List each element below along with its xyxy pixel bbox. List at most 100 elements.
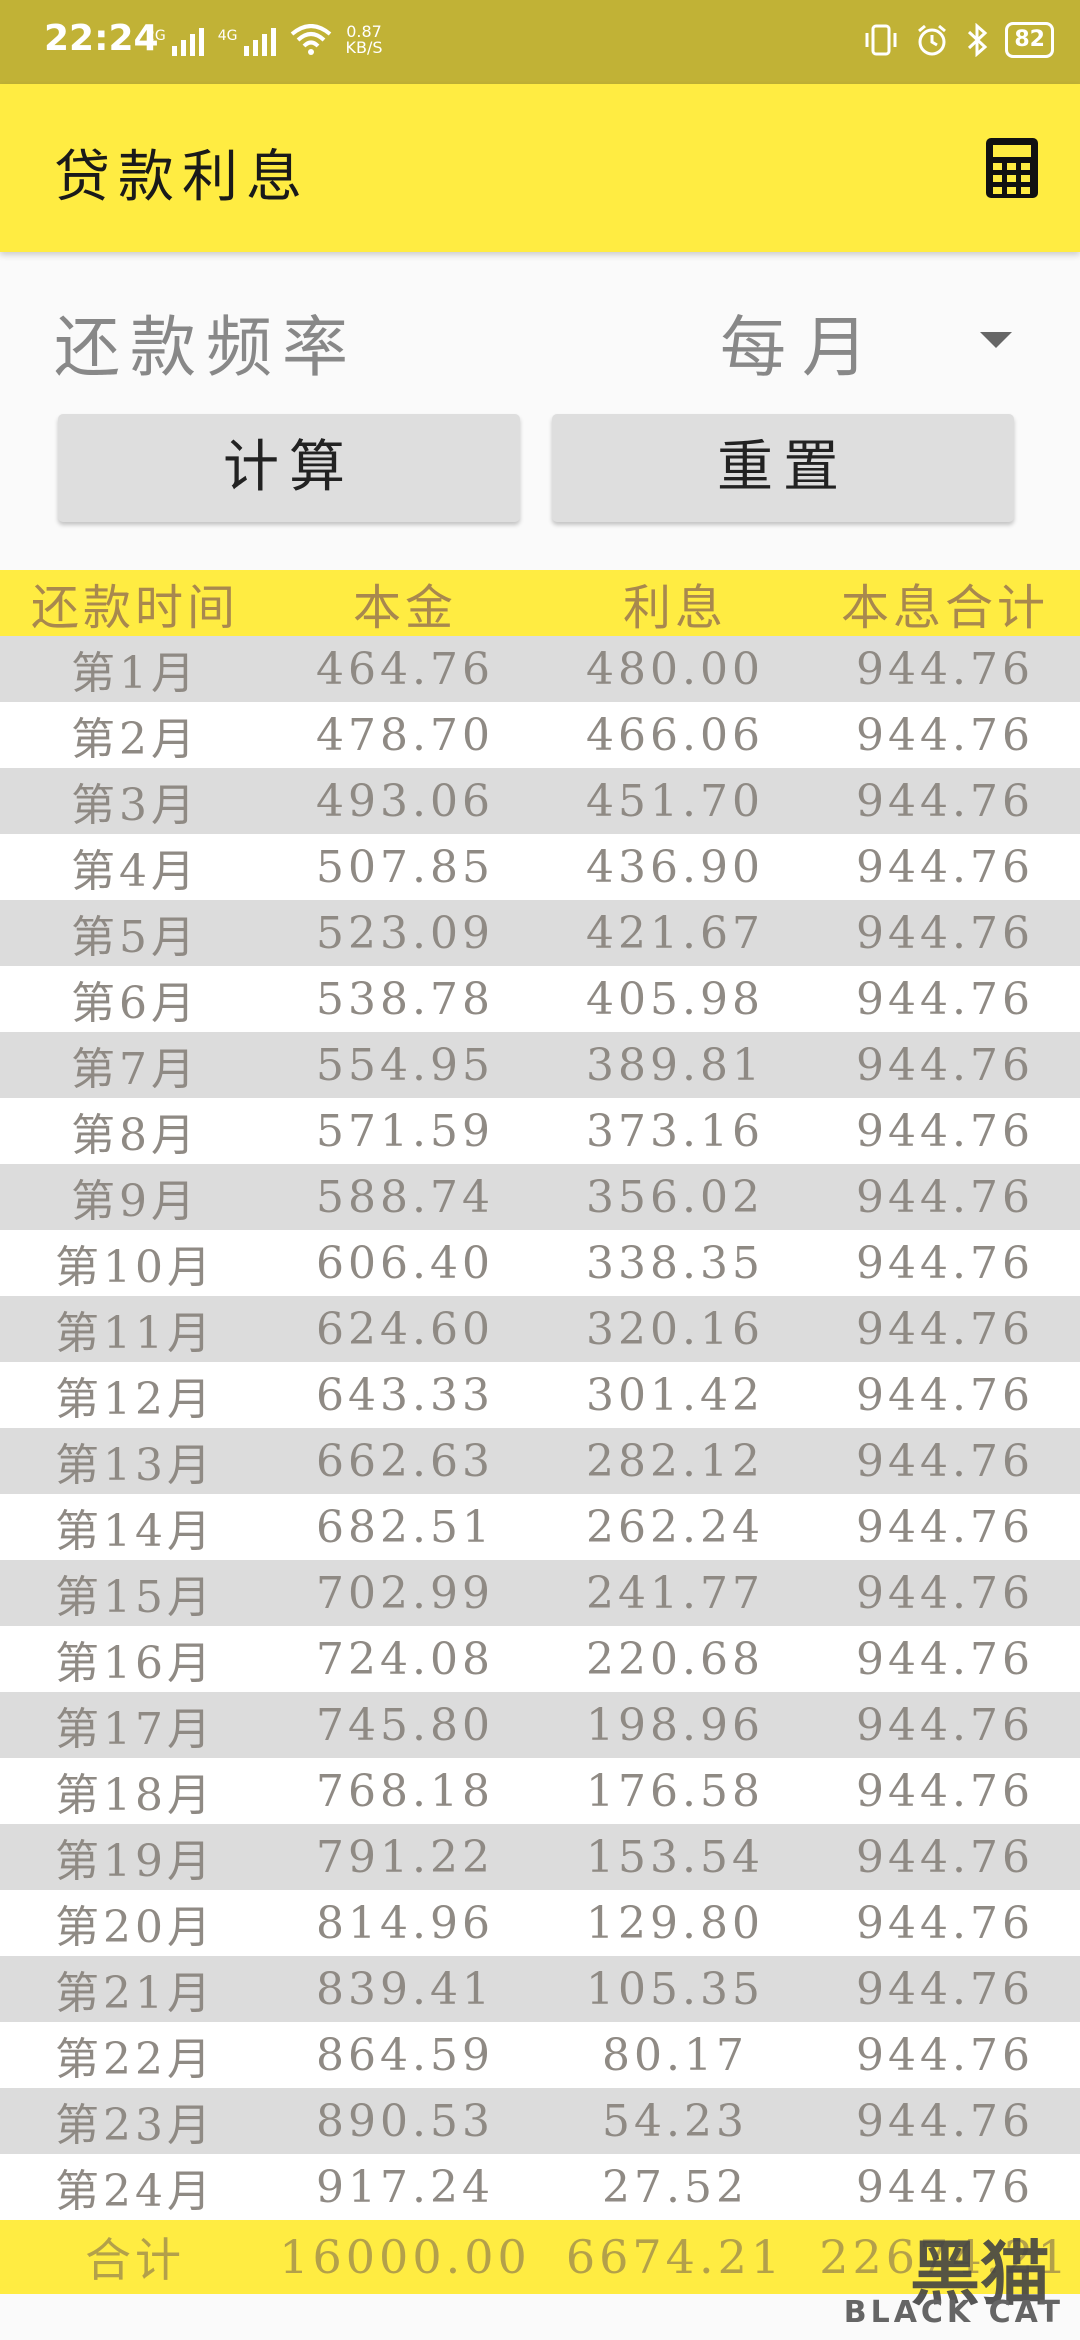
- cell-total: 944.76: [856, 709, 1034, 761]
- cell-repayment-time: 第8月: [71, 1110, 199, 1161]
- cell-principal: 571.59: [316, 1105, 494, 1157]
- cell-total: 944.76: [856, 2161, 1034, 2213]
- network-speed: 0.87 KB/S: [346, 24, 383, 56]
- cell-principal: 814.96: [316, 1897, 494, 1949]
- table-row: 第18月 768.18 176.58 944.76: [0, 1758, 1080, 1824]
- cell-interest: 338.35: [586, 1237, 764, 1289]
- table-row: 第14月 682.51 262.24 944.76: [0, 1494, 1080, 1560]
- cell-principal: 478.70: [316, 709, 494, 761]
- cell-principal: 890.53: [316, 2095, 494, 2147]
- table-row: 第4月 507.85 436.90 944.76: [0, 834, 1080, 900]
- cell-total: 944.76: [856, 1303, 1034, 1355]
- header-principal: 本金: [352, 580, 457, 636]
- calculate-button[interactable]: 计算: [58, 414, 520, 522]
- battery-indicator: 82: [1005, 22, 1054, 58]
- cell-interest: 27.52: [602, 2161, 748, 2213]
- cell-principal: 464.76: [316, 643, 494, 695]
- cell-principal: 554.95: [316, 1039, 494, 1091]
- cell-total: 944.76: [856, 1633, 1034, 1685]
- cell-interest: 198.96: [586, 1699, 764, 1751]
- cell-total: 944.76: [856, 775, 1034, 827]
- table-row: 第1月 464.76 480.00 944.76: [0, 636, 1080, 702]
- cell-interest: 54.23: [602, 2095, 748, 2147]
- table-row: 第7月 554.95 389.81 944.76: [0, 1032, 1080, 1098]
- table-row: 第21月 839.41 105.35 944.76: [0, 1956, 1080, 2022]
- cell-principal: 839.41: [316, 1963, 494, 2015]
- table-row: 第17月 745.80 198.96 944.76: [0, 1692, 1080, 1758]
- cell-repayment-time: 第6月: [71, 978, 199, 1029]
- total-interest: 6674.21: [565, 2230, 785, 2284]
- table-row: 第9月 588.74 356.02 944.76: [0, 1164, 1080, 1230]
- cell-interest: 301.42: [586, 1369, 764, 1421]
- cell-principal: 702.99: [316, 1567, 494, 1619]
- table-row: 第8月 571.59 373.16 944.76: [0, 1098, 1080, 1164]
- alarm-icon: [918, 24, 947, 56]
- cell-repayment-time: 第17月: [55, 1704, 215, 1755]
- cell-interest: 105.35: [586, 1963, 764, 2015]
- cell-repayment-time: 第2月: [71, 714, 199, 765]
- cell-repayment-time: 第4月: [71, 846, 199, 897]
- cell-interest: 80.17: [602, 2029, 748, 2081]
- cell-principal: 682.51: [316, 1501, 494, 1553]
- cell-principal: 917.24: [316, 2161, 494, 2213]
- cell-interest: 480.00: [586, 643, 764, 695]
- cell-repayment-time: 第15月: [55, 1572, 215, 1623]
- vibrate-icon: [865, 24, 897, 56]
- sim1-label: 2G: [146, 28, 166, 44]
- cell-repayment-time: 第22月: [55, 2034, 215, 2085]
- cell-repayment-time: 第12月: [55, 1374, 215, 1425]
- app-bar: 贷款利息: [0, 84, 1080, 252]
- signal-2g-icon: 2G: [146, 28, 204, 56]
- cell-total: 944.76: [856, 2029, 1034, 2081]
- frequency-dropdown[interactable]: 每月: [720, 294, 1020, 386]
- status-time: 22:24: [44, 18, 159, 59]
- cell-total: 944.76: [856, 1435, 1034, 1487]
- table-row: 第3月 493.06 451.70 944.76: [0, 768, 1080, 834]
- cell-interest: 405.98: [586, 973, 764, 1025]
- cell-repayment-time: 第24月: [55, 2166, 215, 2217]
- table-row: 第13月 662.63 282.12 944.76: [0, 1428, 1080, 1494]
- cell-repayment-time: 第9月: [71, 1176, 199, 1227]
- table-row: 第24月 917.24 27.52 944.76: [0, 2154, 1080, 2220]
- cell-interest: 436.90: [586, 841, 764, 893]
- header-interest: 利息: [622, 580, 727, 636]
- repayment-table: 还款时间 本金 利息 本息合计 第1月 464.76 480.00 944.76 第2月…: [0, 570, 1080, 2294]
- cell-total: 944.76: [856, 1237, 1034, 1289]
- cell-repayment-time: 第16月: [55, 1638, 215, 1689]
- cell-total: 944.76: [856, 2095, 1034, 2147]
- table-row: 第19月 791.22 153.54 944.76: [0, 1824, 1080, 1890]
- cell-interest: 373.16: [586, 1105, 764, 1157]
- cell-total: 944.76: [856, 1699, 1034, 1751]
- cell-total: 944.76: [856, 1567, 1034, 1619]
- cell-principal: 745.80: [316, 1699, 494, 1751]
- cell-repayment-time: 第7月: [71, 1044, 199, 1095]
- table-row: 第11月 624.60 320.16 944.76: [0, 1296, 1080, 1362]
- dropdown-arrow-icon: [980, 332, 1012, 348]
- cell-interest: 282.12: [586, 1435, 764, 1487]
- frequency-label: 还款频率: [54, 309, 358, 386]
- cell-principal: 791.22: [316, 1831, 494, 1883]
- cell-principal: 606.40: [316, 1237, 494, 1289]
- cell-principal: 864.59: [316, 2029, 494, 2081]
- reset-button[interactable]: 重置: [552, 414, 1014, 522]
- table-row: 第22月 864.59 80.17 944.76: [0, 2022, 1080, 2088]
- watermark-brand-en: BLACK CAT: [843, 2295, 1064, 2330]
- cell-interest: 220.68: [586, 1633, 764, 1685]
- cell-total: 944.76: [856, 1369, 1034, 1421]
- cell-interest: 466.06: [586, 709, 764, 761]
- header-repayment-time: 还款时间: [30, 580, 239, 636]
- cell-principal: 662.63: [316, 1435, 494, 1487]
- cell-repayment-time: 第1月: [71, 648, 199, 699]
- calculator-icon[interactable]: [984, 136, 1040, 200]
- cell-total: 944.76: [856, 1831, 1034, 1883]
- cell-total: 944.76: [856, 643, 1034, 695]
- table-header-row: 还款时间 本金 利息 本息合计: [0, 570, 1080, 636]
- cell-total: 944.76: [856, 1963, 1034, 2015]
- watermark-logo: 黑猫 BLACK CAT: [790, 2212, 1080, 2340]
- cell-principal: 588.74: [316, 1171, 494, 1223]
- cell-interest: 241.77: [586, 1567, 764, 1619]
- cell-repayment-time: 第23月: [55, 2100, 215, 2151]
- cell-principal: 724.08: [316, 1633, 494, 1685]
- cell-principal: 507.85: [316, 841, 494, 893]
- cell-repayment-time: 第5月: [71, 912, 199, 963]
